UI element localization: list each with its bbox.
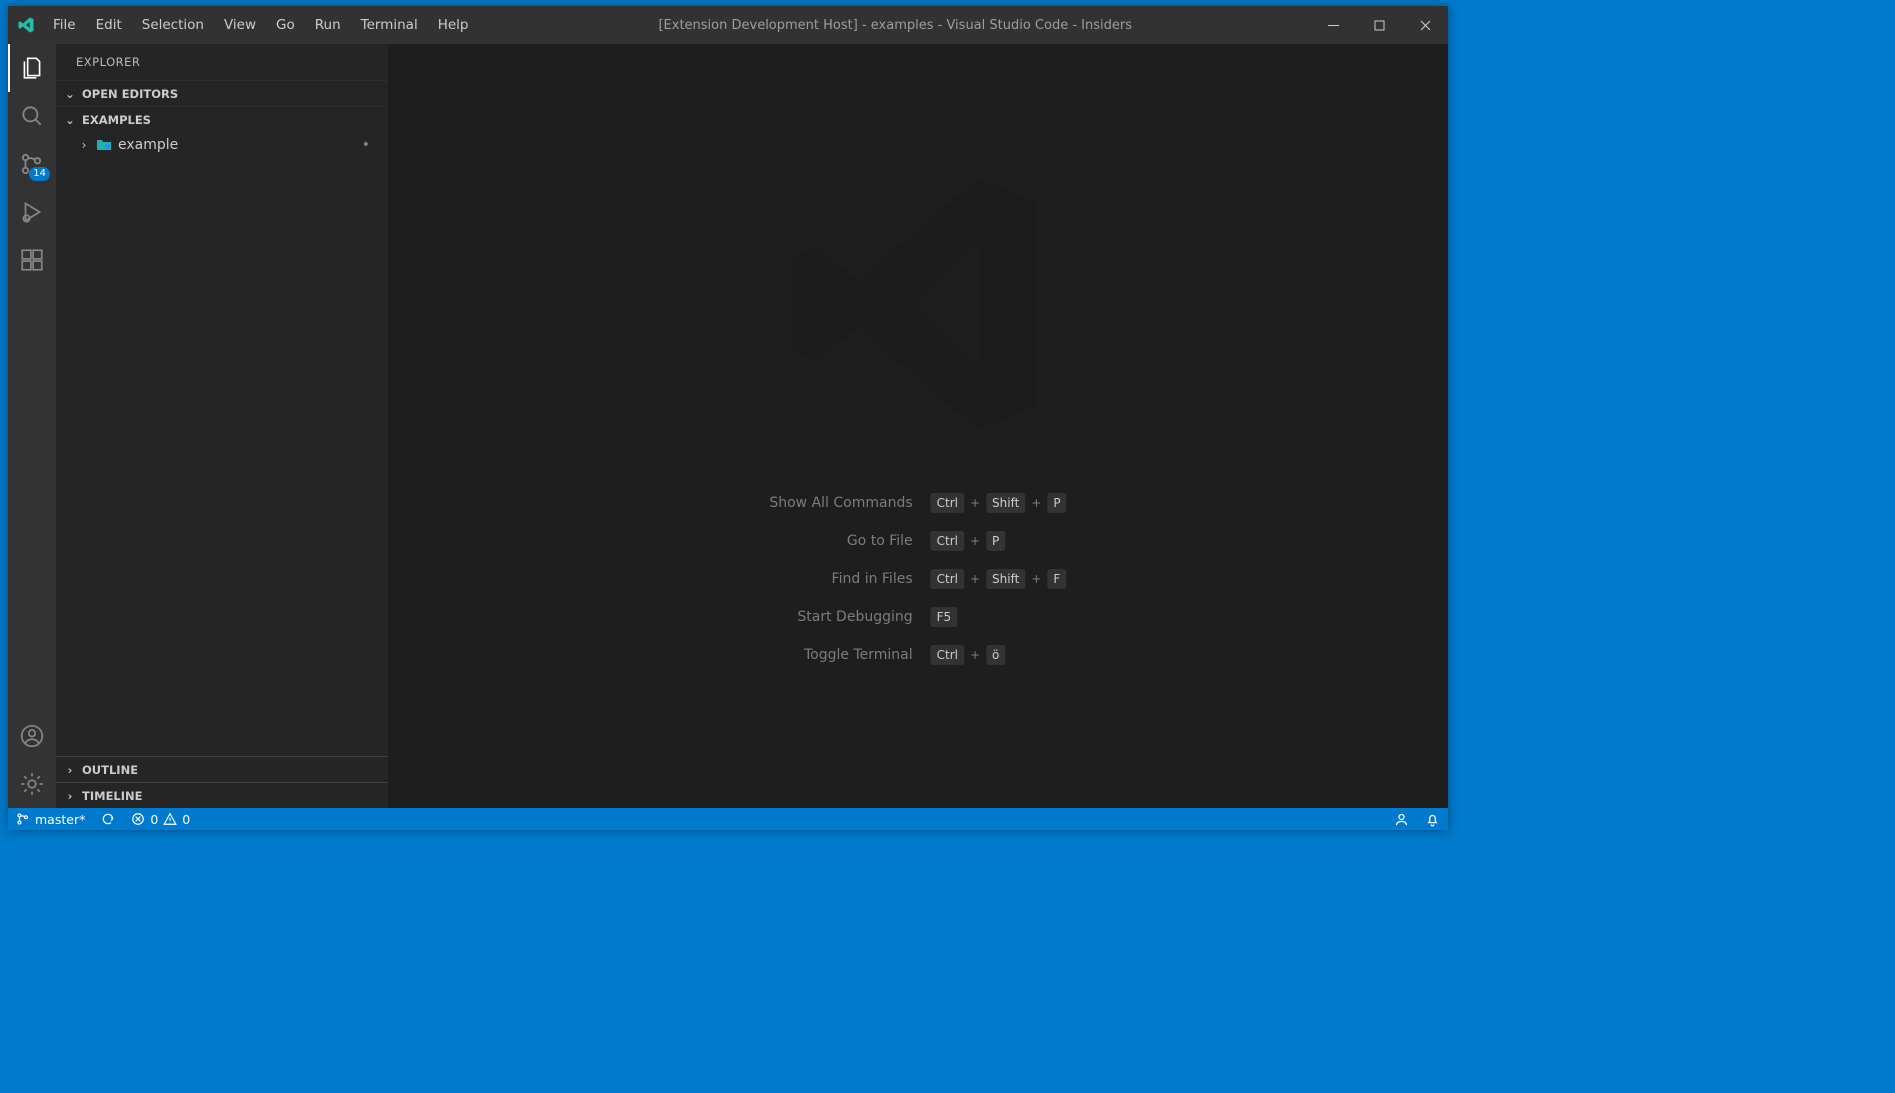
tree-item-label: example xyxy=(118,137,178,153)
keycap: ö xyxy=(986,645,1005,665)
keycap: P xyxy=(986,531,1005,551)
titlebar: FileEditSelectionViewGoRunTerminalHelp [… xyxy=(8,6,1448,44)
activity-explorer[interactable] xyxy=(8,44,56,92)
activity-scm[interactable]: 14 xyxy=(8,140,56,188)
vscode-logo-watermark-icon xyxy=(768,154,1068,454)
menu-edit[interactable]: Edit xyxy=(87,11,131,39)
app-window: FileEditSelectionViewGoRunTerminalHelp [… xyxy=(8,6,1448,830)
section-label: TIMELINE xyxy=(82,789,143,803)
section-workspace[interactable]: ⌄ EXAMPLES xyxy=(56,106,388,132)
chevron-right-icon: › xyxy=(62,789,78,803)
statusbar: master* 0 0 xyxy=(8,808,1448,830)
watermark-keys: Ctrl+ö xyxy=(931,645,1067,665)
watermark-label: Go to File xyxy=(769,533,912,549)
watermark-label: Show All Commands xyxy=(769,495,912,511)
status-sync[interactable] xyxy=(93,808,123,830)
menu-help[interactable]: Help xyxy=(429,11,478,39)
section-timeline[interactable]: › TIMELINE xyxy=(56,782,388,808)
menu-terminal[interactable]: Terminal xyxy=(352,11,427,39)
keycap: Ctrl xyxy=(931,569,964,589)
keycap: Ctrl xyxy=(931,645,964,665)
watermark-keys: Ctrl+Shift+P xyxy=(931,493,1067,513)
maximize-button[interactable] xyxy=(1356,6,1402,44)
keycap: P xyxy=(1047,493,1066,513)
minimize-button[interactable] xyxy=(1310,6,1356,44)
scm-badge: 14 xyxy=(29,167,50,181)
section-label: EXAMPLES xyxy=(82,113,151,127)
menu-view[interactable]: View xyxy=(215,11,265,39)
watermark-keys: Ctrl+Shift+F xyxy=(931,569,1067,589)
status-branch[interactable]: master* xyxy=(8,808,93,830)
dirty-dot-icon: • xyxy=(362,137,370,153)
keycap: F xyxy=(1047,569,1066,589)
watermark-label: Start Debugging xyxy=(769,609,912,625)
activity-extensions[interactable] xyxy=(8,236,56,284)
window-controls xyxy=(1310,6,1448,44)
activity-run-debug[interactable] xyxy=(8,188,56,236)
keycap: F5 xyxy=(931,607,958,627)
menubar: FileEditSelectionViewGoRunTerminalHelp xyxy=(44,11,477,39)
activity-accounts[interactable] xyxy=(8,712,56,760)
watermark-keys: Ctrl+P xyxy=(931,531,1067,551)
menu-selection[interactable]: Selection xyxy=(133,11,213,39)
editor-empty: Show All Commands Ctrl+Shift+P Go to File C… xyxy=(388,44,1448,808)
watermark-label: Toggle Terminal xyxy=(769,647,912,663)
file-tree: › example • xyxy=(56,132,388,756)
menu-go[interactable]: Go xyxy=(267,11,304,39)
keycap: Shift xyxy=(986,569,1025,589)
section-outline[interactable]: › OUTLINE xyxy=(56,756,388,782)
close-button[interactable] xyxy=(1402,6,1448,44)
section-label: OPEN EDITORS xyxy=(82,87,178,101)
watermark-keys: F5 xyxy=(931,607,1067,627)
keycap: Ctrl xyxy=(931,493,964,513)
watermark-shortcuts: Show All Commands Ctrl+Shift+P Go to File C… xyxy=(769,493,1066,665)
chevron-right-icon: › xyxy=(62,763,78,777)
status-feedback[interactable] xyxy=(1386,808,1417,830)
menu-run[interactable]: Run xyxy=(306,11,350,39)
sidebar-title: EXPLORER xyxy=(56,44,388,80)
vscode-insiders-icon xyxy=(8,16,44,34)
section-label: OUTLINE xyxy=(82,763,138,777)
window-title: [Extension Development Host] - examples … xyxy=(477,18,1448,33)
status-problems[interactable]: 0 0 xyxy=(123,808,198,830)
activitybar: 14 xyxy=(8,44,56,808)
tree-item-example[interactable]: › example • xyxy=(56,132,388,158)
keycap: Ctrl xyxy=(931,531,964,551)
branch-name: master* xyxy=(35,812,85,827)
menu-file[interactable]: File xyxy=(44,11,85,39)
warning-count: 0 xyxy=(182,812,190,827)
keycap: Shift xyxy=(986,493,1025,513)
chevron-down-icon: ⌄ xyxy=(62,113,78,127)
sidebar-explorer: EXPLORER ⌄ OPEN EDITORS ⌄ EXAMPLES › exam… xyxy=(56,44,388,808)
chevron-down-icon: ⌄ xyxy=(62,87,78,101)
watermark-label: Find in Files xyxy=(769,571,912,587)
error-count: 0 xyxy=(150,812,158,827)
folder-icon xyxy=(96,137,112,153)
chevron-right-icon: › xyxy=(78,138,90,152)
activity-search[interactable] xyxy=(8,92,56,140)
section-open-editors[interactable]: ⌄ OPEN EDITORS xyxy=(56,80,388,106)
activity-manage[interactable] xyxy=(8,760,56,808)
status-bell[interactable] xyxy=(1417,808,1448,830)
